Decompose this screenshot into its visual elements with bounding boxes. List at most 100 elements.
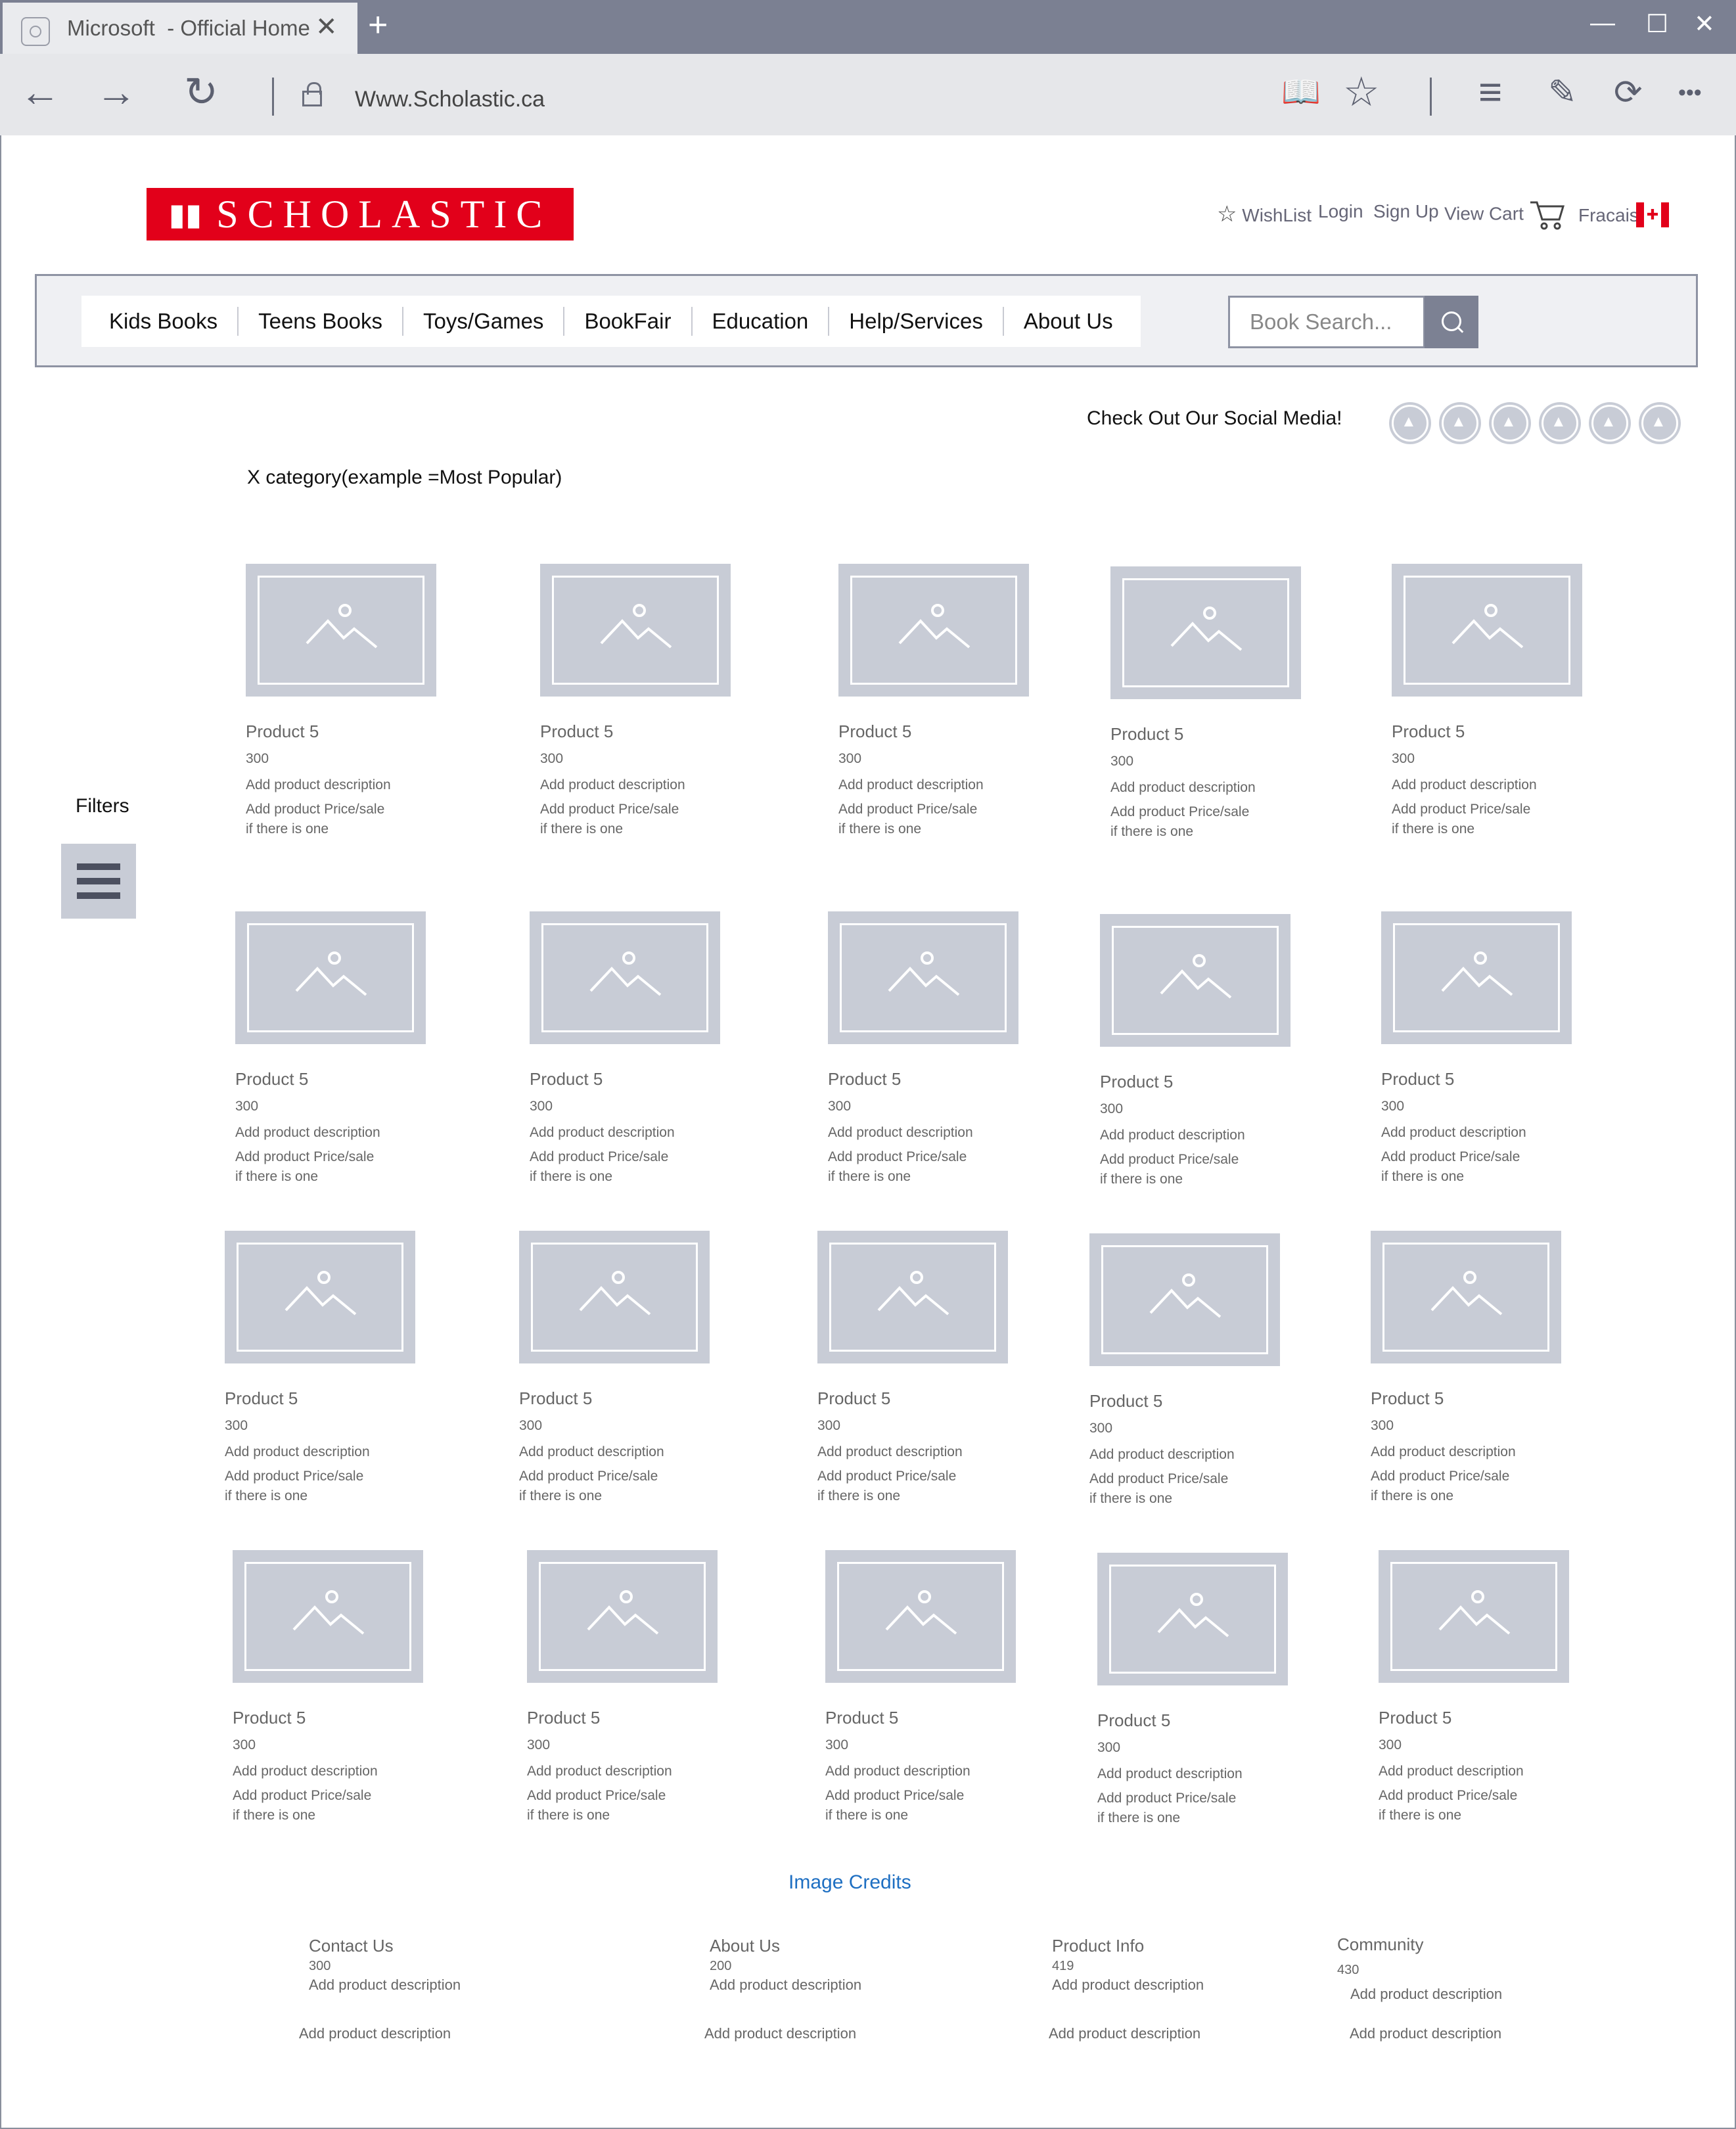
product-card[interactable]: Product 5 300 Add product description Add p… [825, 1550, 1022, 1825]
more-icon[interactable]: ••• [1678, 72, 1702, 113]
product-image[interactable] [817, 1231, 1008, 1363]
minimize-button[interactable]: — [1590, 9, 1615, 37]
product-card[interactable]: Product 5 300 Add product description Add p… [1371, 1231, 1568, 1506]
product-name[interactable]: Product 5 [225, 1388, 422, 1409]
reading-view-icon[interactable]: 📖 [1281, 72, 1321, 113]
product-name[interactable]: Product 5 [540, 721, 737, 742]
forward-arrow-icon[interactable]: → [96, 72, 137, 113]
product-card[interactable]: Product 5 300 Add product description Add p… [817, 1231, 1015, 1506]
product-image[interactable] [1379, 1550, 1569, 1683]
image-credits-link[interactable]: Image Credits [788, 1871, 911, 1894]
product-card[interactable]: Product 5 300 Add product description Add p… [1379, 1550, 1576, 1825]
login-link[interactable]: Login [1318, 201, 1363, 222]
product-name[interactable]: Product 5 [828, 1069, 1025, 1089]
product-image[interactable] [825, 1550, 1016, 1683]
product-name[interactable]: Product 5 [1371, 1388, 1568, 1409]
product-card[interactable]: Product 5 300 Add product description Add p… [1097, 1553, 1294, 1828]
product-image[interactable] [1392, 564, 1582, 697]
product-image[interactable] [1381, 911, 1572, 1044]
product-card[interactable]: Product 5 300 Add product description Add p… [1392, 564, 1589, 839]
product-card[interactable]: Product 5 300 Add product description Add p… [1110, 566, 1308, 842]
social-media-icon[interactable] [1539, 402, 1581, 444]
product-card[interactable]: Product 5 300 Add product description Add p… [540, 564, 737, 839]
product-image[interactable] [519, 1231, 710, 1363]
book-search-input[interactable]: Book Search... [1228, 296, 1425, 348]
browser-tab[interactable]: Microsoft - Official Home ✕ [3, 3, 357, 54]
product-card[interactable]: Product 5 300 Add product description Add p… [225, 1231, 422, 1506]
signup-link[interactable]: Sign Up [1373, 201, 1439, 222]
product-image[interactable] [1097, 1553, 1288, 1685]
menu-item-about-us[interactable]: About Us [1004, 307, 1133, 336]
close-window-button[interactable]: ✕ [1694, 9, 1715, 39]
product-name[interactable]: Product 5 [530, 1069, 727, 1089]
share-icon[interactable]: ⟳ [1614, 72, 1643, 113]
product-name[interactable]: Product 5 [233, 1708, 430, 1728]
product-card[interactable]: Product 5 300 Add product description Add p… [530, 911, 727, 1187]
favorite-star-icon[interactable]: ☆ [1343, 72, 1380, 113]
product-card[interactable]: Product 5 300 Add product description Add p… [527, 1550, 724, 1825]
footer-title[interactable]: Community [1337, 1934, 1502, 1955]
view-cart-link[interactable]: View Cart [1444, 198, 1566, 231]
product-name[interactable]: Product 5 [519, 1388, 716, 1409]
menu-item-toys-games[interactable]: Toys/Games [403, 307, 565, 336]
scholastic-logo[interactable]: ▮▮ SCHOLASTIC [147, 188, 574, 240]
product-image[interactable] [246, 564, 436, 697]
product-image[interactable] [233, 1550, 423, 1683]
product-image[interactable] [235, 911, 426, 1044]
product-card[interactable]: Product 5 300 Add product description Add p… [1381, 911, 1578, 1187]
language-link[interactable]: Fracais [1578, 205, 1639, 226]
product-name[interactable]: Product 5 [838, 721, 1036, 742]
product-image[interactable] [1371, 1231, 1561, 1363]
social-media-icon[interactable] [1489, 402, 1531, 444]
product-card[interactable]: Product 5 300 Add product description Add p… [1100, 914, 1297, 1189]
product-image[interactable] [225, 1231, 415, 1363]
product-image[interactable] [530, 911, 720, 1044]
product-name[interactable]: Product 5 [246, 721, 443, 742]
search-icon[interactable] [1425, 296, 1478, 348]
product-image[interactable] [828, 911, 1018, 1044]
menu-item-kids-books[interactable]: Kids Books [89, 307, 239, 336]
product-name[interactable]: Product 5 [825, 1708, 1022, 1728]
product-image[interactable] [838, 564, 1029, 697]
product-card[interactable]: Product 5 300 Add product description Add p… [838, 564, 1036, 839]
product-card[interactable]: Product 5 300 Add product description Add p… [1089, 1233, 1287, 1509]
product-name[interactable]: Product 5 [817, 1388, 1015, 1409]
product-name[interactable]: Product 5 [235, 1069, 432, 1089]
social-media-icon[interactable] [1589, 402, 1631, 444]
product-image[interactable] [540, 564, 731, 697]
product-card[interactable]: Product 5 300 Add product description Add p… [233, 1550, 430, 1825]
product-name[interactable]: Product 5 [1110, 724, 1308, 744]
product-image[interactable] [1100, 914, 1291, 1047]
product-card[interactable]: Product 5 300 Add product description Add p… [246, 564, 443, 839]
tab-close-icon[interactable]: ✕ [315, 12, 338, 42]
back-arrow-icon[interactable]: ← [20, 72, 60, 113]
product-name[interactable]: Product 5 [527, 1708, 724, 1728]
filters-menu-button[interactable] [61, 844, 136, 919]
canada-flag-icon[interactable]: ✚ [1636, 202, 1669, 227]
menu-item-education[interactable]: Education [693, 307, 830, 336]
product-image[interactable] [1089, 1233, 1280, 1366]
social-media-icon[interactable] [1639, 402, 1681, 444]
web-note-icon[interactable]: ✎ [1548, 72, 1577, 113]
refresh-icon[interactable]: ↻ [184, 72, 218, 113]
menu-item-bookfair[interactable]: BookFair [564, 307, 693, 336]
product-card[interactable]: Product 5 300 Add product description Add p… [235, 911, 432, 1187]
product-image[interactable] [527, 1550, 718, 1683]
product-name[interactable]: Product 5 [1381, 1069, 1578, 1089]
product-name[interactable]: Product 5 [1392, 721, 1589, 742]
product-name[interactable]: Product 5 [1100, 1072, 1297, 1092]
product-image[interactable] [1110, 566, 1301, 699]
footer-title[interactable]: About Us [710, 1936, 861, 1956]
maximize-button[interactable]: ☐ [1646, 9, 1668, 39]
social-media-icon[interactable] [1389, 402, 1431, 444]
new-tab-button[interactable]: + [368, 5, 388, 45]
footer-title[interactable]: Product Info [1052, 1936, 1204, 1956]
url-field[interactable]: Www.Scholastic.ca [355, 87, 545, 112]
social-media-icon[interactable] [1439, 402, 1481, 444]
product-card[interactable]: Product 5 300 Add product description Add p… [519, 1231, 716, 1506]
product-name[interactable]: Product 5 [1379, 1708, 1576, 1728]
hub-icon[interactable]: ≡ [1478, 72, 1502, 113]
menu-item-help-services[interactable]: Help/Services [829, 307, 1004, 336]
footer-title[interactable]: Contact Us [309, 1936, 461, 1956]
product-name[interactable]: Product 5 [1089, 1391, 1287, 1411]
